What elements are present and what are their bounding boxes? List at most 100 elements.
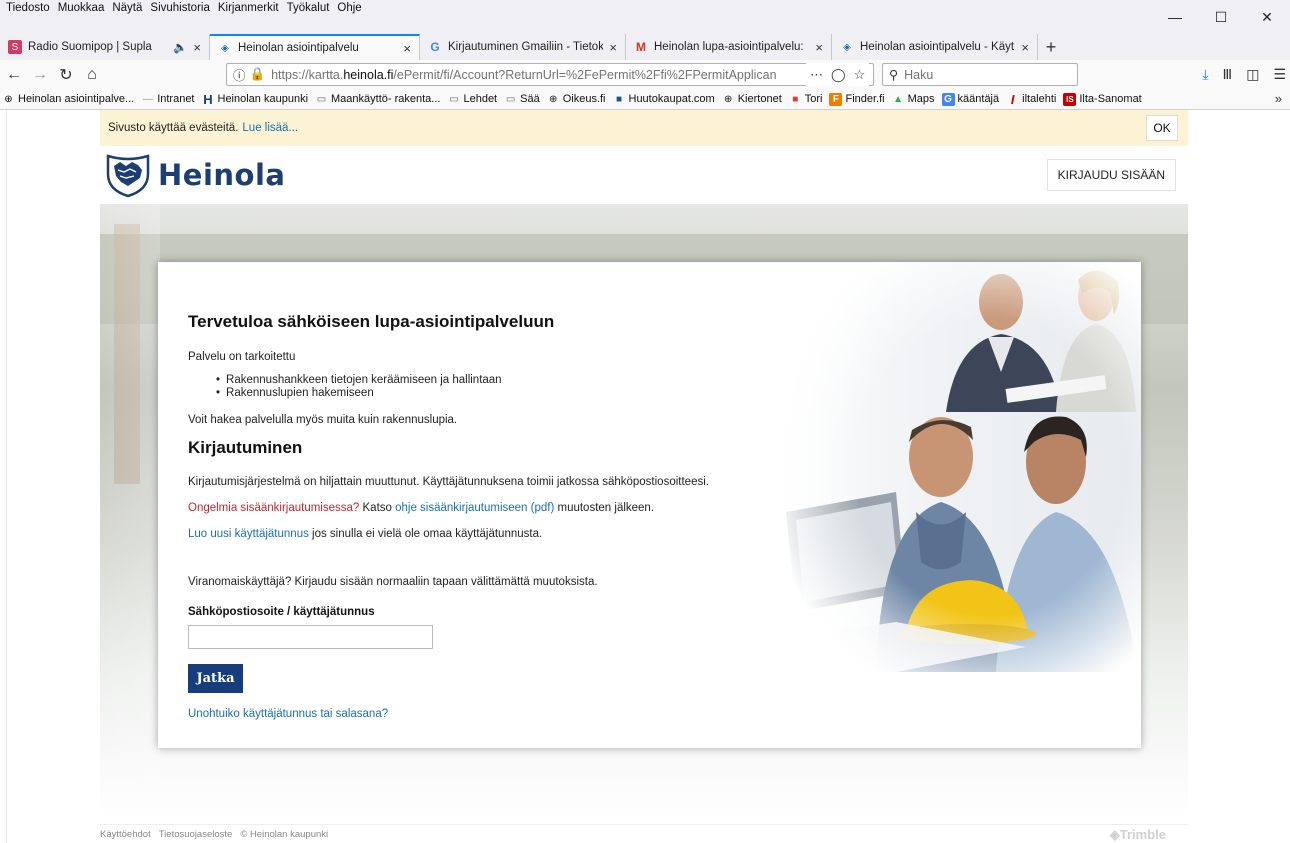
finder-icon: F [829,92,843,106]
bookmark-ilta-sanomat[interactable]: IS Ilta-Sanomat [1063,92,1142,106]
copyright-text: © Heinolan kaupunki [240,828,329,840]
close-icon[interactable]: × [1021,40,1029,55]
tab-heinolan-lupa[interactable]: M Heinolan lupa-asiointipalvelu: × [626,34,832,60]
cookie-text: Sivusto käyttää evästeitä. [108,122,239,134]
menu-item-file[interactable]: Tiedosto [6,2,50,14]
url-actions: ⋯ ◯ ☆ [806,63,870,86]
bookmark-label: iltalehti [1022,93,1057,105]
logo-text: Heinola [158,158,286,192]
login-problems-text: Ongelmia sisäänkirjautumisessa? Katso oh… [188,502,654,514]
globe-icon: ⊕ [4,93,13,105]
lock-icon[interactable]: 🔒 [250,67,266,82]
close-icon[interactable]: × [609,40,617,55]
bookmark-kaantaja[interactable]: Gkääntäjä [941,92,1000,106]
menu-item-tools[interactable]: Työkalut [287,2,330,14]
tab-title: Heinolan lupa-asiointipalvelu: [654,41,804,53]
star-icon[interactable]: ☆ [854,67,866,83]
bookmark-iltalehti[interactable]: Iiltalehti [1006,91,1057,107]
bookmark-maps[interactable]: ▲ Maps [892,93,934,106]
home-icon[interactable]: ⌂ [80,63,104,87]
info-icon[interactable]: ⓘ [233,65,246,84]
bookmark-huutokaupat[interactable]: ■ Huutokaupat.com [613,93,715,106]
bookmark-label: Maankäyttö- rakenta... [331,93,441,105]
terms-link[interactable]: Käyttöehdot [100,829,151,840]
iltalehti-icon: I [1010,91,1015,107]
bookmark-label: Tori [804,93,823,105]
people-photo [766,262,1141,672]
page-actions-icon[interactable]: ⋯ [810,67,823,83]
close-icon[interactable]: × [815,40,823,55]
menu-item-help[interactable]: Ohje [337,2,361,14]
heinola-icon: H [203,91,213,107]
bookmark-label: Heinolan asiointipalve... [18,93,135,105]
library-icon[interactable]: Ⅲ [1223,66,1233,83]
continue-button[interactable]: Jatka [188,664,243,693]
bookmark-oikeus[interactable]: ⊕ Oikeus.fi [547,93,606,106]
hamburger-menu-icon[interactable]: ☰ [1273,66,1286,83]
bookmark-kiertonet[interactable]: ⊕ Kiertonet [722,93,782,106]
bookmark-finder[interactable]: F Finder.fi [829,92,885,106]
bookmark-label: Heinolan kaupunki [217,93,309,105]
new-tab-button[interactable]: + [1038,34,1064,60]
sidebar-icon[interactable]: ◫ [1246,66,1259,83]
service-purpose-list: Rakennushankkeen tietojen keräämiseen ja… [216,374,502,400]
trimble-icon: ◈ [843,41,851,53]
forgot-credentials-link[interactable]: Unohtuiko käyttäjätunnus tai salasana? [188,708,388,720]
speaker-icon[interactable]: 🔈 [173,40,187,54]
reload-icon[interactable]: ↻ [54,63,78,87]
background-fade [100,204,160,824]
create-user-link[interactable]: Luo uusi käyttäjätunnus [188,528,309,540]
bookmark-label: Sää [520,93,540,105]
login-button[interactable]: KIRJAUDU SISÄÄN [1046,159,1176,191]
login-guide-pdf-link[interactable]: ohje sisäänkirjautumiseen (pdf) [395,502,554,514]
bookmark-label: kääntäjä [957,93,1000,105]
bookmark-tori[interactable]: ■ Tori [789,93,823,106]
email-field[interactable] [188,625,433,649]
minimize-icon[interactable]: — [1152,0,1198,34]
close-window-icon[interactable]: ✕ [1244,0,1290,34]
heinola-logo[interactable]: Heinola [104,152,285,198]
tab-radio-suomipop[interactable]: S Radio Suomipop | Supla 🔈 × [0,34,210,60]
url-bar[interactable]: ⓘ 🔒 https://kartta. heinola.fi/ePermit/fi… [226,63,874,86]
cookie-ok-button[interactable]: OK [1146,115,1178,141]
cookie-read-more-link[interactable]: Lue lisää... [242,122,298,134]
pocket-icon[interactable]: ◯ [831,67,846,83]
bookmark-maankaytto[interactable]: ▭ Maankäyttö- rakenta... [315,93,441,106]
download-icon[interactable]: ⤓ [1202,66,1208,83]
bookmark-label: Ilta-Sanomat [1079,93,1142,105]
bookmark-label: Intranet [157,93,195,105]
url-host: heinola.fi [343,67,394,82]
forward-icon[interactable]: → [28,63,52,87]
tab-heinolan-asiointipalvelu[interactable]: ◈ Heinolan asiointipalvelu × [210,34,420,60]
ilta-sanomat-icon: IS [1063,92,1077,106]
back-icon[interactable]: ← [2,63,26,87]
menu-item-view[interactable]: Näytä [112,2,142,14]
tab-title: Heinolan asiointipalvelu - Käyt [860,41,1015,53]
bookmarks-bar: ⊕ Heinolan asiointipalve... — Intranet H He… [0,89,1290,110]
privacy-link[interactable]: Tietosuojaseloste [159,829,233,840]
menu-item-bookmarks[interactable]: Kirjanmerkit [218,2,279,14]
bookmark-saa[interactable]: ▭ Sää [504,93,540,106]
bookmark-label: Lehdet [463,93,498,105]
url-path: /ePermit/fi/Account?ReturnUrl=%2FePermit… [393,67,777,82]
close-icon[interactable]: × [193,40,201,55]
close-icon[interactable]: × [403,41,411,56]
trimble-icon: ◈ [221,42,229,54]
bookmark-intranet[interactable]: — Intranet [141,93,195,106]
maximize-icon[interactable]: ☐ [1198,0,1244,34]
translate-icon: G [941,92,955,106]
bookmark-heinolan-kaupunki[interactable]: H Heinolan kaupunki [202,91,309,107]
chevron-right-icon[interactable]: » [1275,91,1282,106]
tab-gmail-login[interactable]: G Kirjautuminen Gmailiin - Tietok × [420,34,626,60]
page-container: Sivusto käyttää evästeitä. Lue lisää... … [100,110,1188,843]
menu-item-history[interactable]: Sivuhistoria [150,2,209,14]
menu-item-edit[interactable]: Muokkaa [58,2,105,14]
tab-title: Kirjautuminen Gmailiin - Tietok [448,41,604,53]
tab-heinolan-kayttoehdot[interactable]: ◈ Heinolan asiointipalvelu - Käyt × [832,34,1038,60]
toolbar-icons: ⤓ Ⅲ ◫ ☰ [1202,63,1286,86]
search-input[interactable]: ⚲ Haku [882,63,1078,86]
bookmark-lehdet[interactable]: ▭ Lehdet [447,93,497,106]
tori-icon: ■ [792,93,799,105]
bookmark-heinolan-asiointipalvelu[interactable]: ⊕ Heinolan asiointipalve... [2,93,134,106]
system-changed-text: Kirjautumisjärjestelmä on hiljattain muu… [188,476,709,488]
